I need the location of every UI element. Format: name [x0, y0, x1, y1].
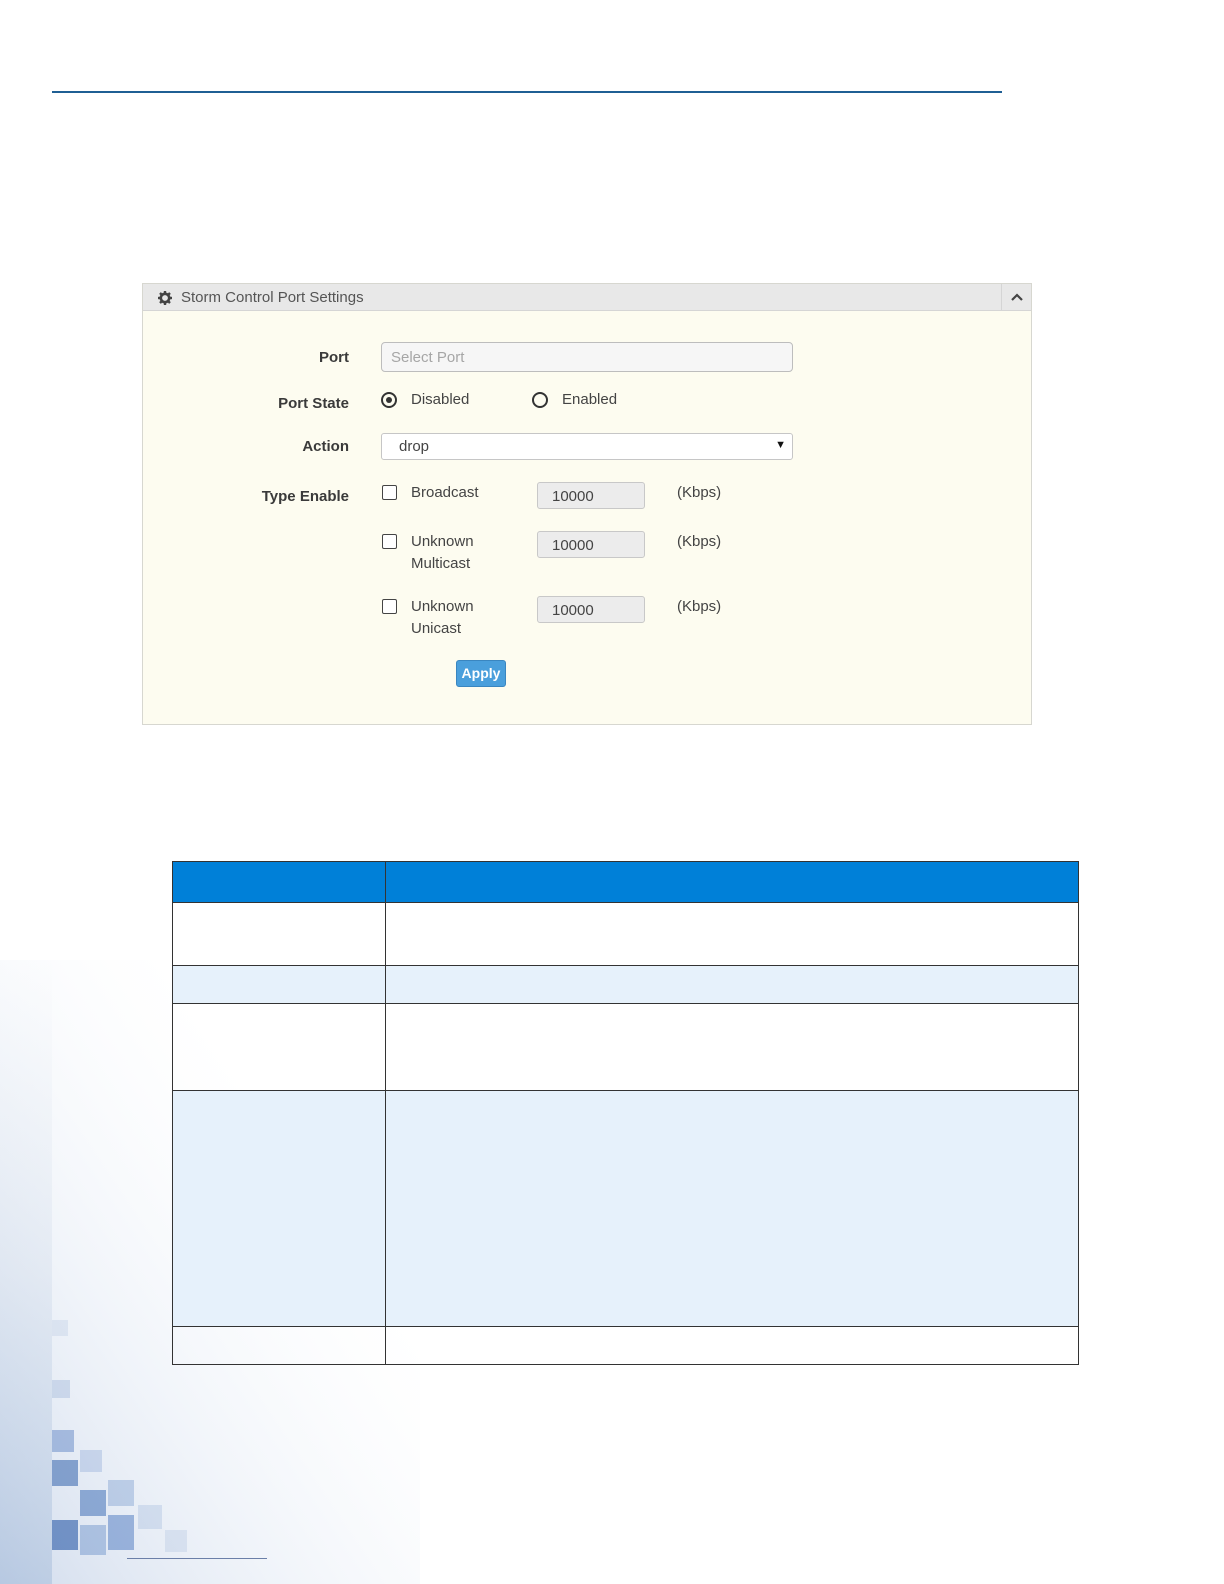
unknown-unicast-unit: (Kbps) — [677, 598, 722, 615]
table-cell — [385, 1326, 1079, 1365]
header-rule — [52, 91, 1002, 93]
table-header-cell — [172, 861, 386, 903]
table-cell — [172, 902, 386, 966]
table-row — [172, 902, 1079, 966]
table-cell — [385, 1003, 1079, 1091]
type-enable-label: Type Enable — [261, 488, 349, 505]
action-select[interactable]: drop ▼ — [381, 433, 793, 460]
unknown-unicast-rate-input[interactable]: 10000 — [537, 596, 645, 623]
broadcast-label: Broadcast — [411, 484, 479, 501]
table-row — [172, 1090, 1079, 1327]
chevron-up-icon — [1011, 293, 1023, 301]
port-state-label: Port State — [278, 395, 349, 412]
table-row — [172, 965, 1079, 1004]
port-state-enabled-radio[interactable] — [532, 392, 548, 408]
unknown-multicast-label-line2: Multicast — [411, 555, 471, 572]
port-state-enabled-label[interactable]: Enabled — [562, 389, 617, 410]
unknown-multicast-unit: (Kbps) — [677, 533, 722, 550]
unknown-multicast-checkbox[interactable] — [382, 534, 397, 549]
storm-control-panel: Storm Control Port Settings Port Port St… — [142, 283, 1032, 725]
table-cell — [172, 1090, 386, 1327]
action-label: Action — [302, 438, 349, 455]
table-cell — [385, 902, 1079, 966]
table-cell — [172, 965, 386, 1004]
decorative-band — [0, 960, 52, 1584]
description-table — [172, 861, 1079, 1365]
port-state-disabled-radio[interactable] — [381, 392, 397, 408]
table-header-row — [172, 861, 1079, 903]
collapse-button[interactable] — [1001, 284, 1031, 310]
footer-rule — [127, 1558, 267, 1559]
table-row — [172, 1003, 1079, 1091]
panel-header: Storm Control Port Settings — [143, 284, 1031, 311]
table-cell — [172, 1326, 386, 1365]
broadcast-rate-input[interactable]: 10000 — [537, 482, 645, 509]
panel-title: Storm Control Port Settings — [181, 289, 364, 306]
dropdown-caret-icon: ▼ — [775, 439, 786, 451]
broadcast-checkbox[interactable] — [382, 485, 397, 500]
broadcast-unit: (Kbps) — [677, 484, 722, 501]
table-cell — [385, 1090, 1079, 1327]
unknown-unicast-label-line2: Unicast — [411, 620, 462, 637]
table-header-cell — [385, 861, 1079, 903]
table-row — [172, 1326, 1079, 1365]
port-select-input[interactable] — [381, 342, 793, 372]
action-select-value: drop — [399, 438, 430, 455]
gear-icon — [158, 291, 172, 305]
table-cell — [385, 965, 1079, 1004]
port-state-disabled-label[interactable]: Disabled — [411, 389, 469, 410]
unknown-multicast-rate-input[interactable]: 10000 — [537, 531, 645, 558]
unknown-unicast-checkbox[interactable] — [382, 599, 397, 614]
unknown-unicast-label-line1: Unknown — [411, 598, 474, 615]
apply-button[interactable]: Apply — [456, 660, 506, 687]
table-cell — [172, 1003, 386, 1091]
unknown-multicast-label-line1: Unknown — [411, 533, 474, 550]
port-label: Port — [319, 349, 349, 366]
